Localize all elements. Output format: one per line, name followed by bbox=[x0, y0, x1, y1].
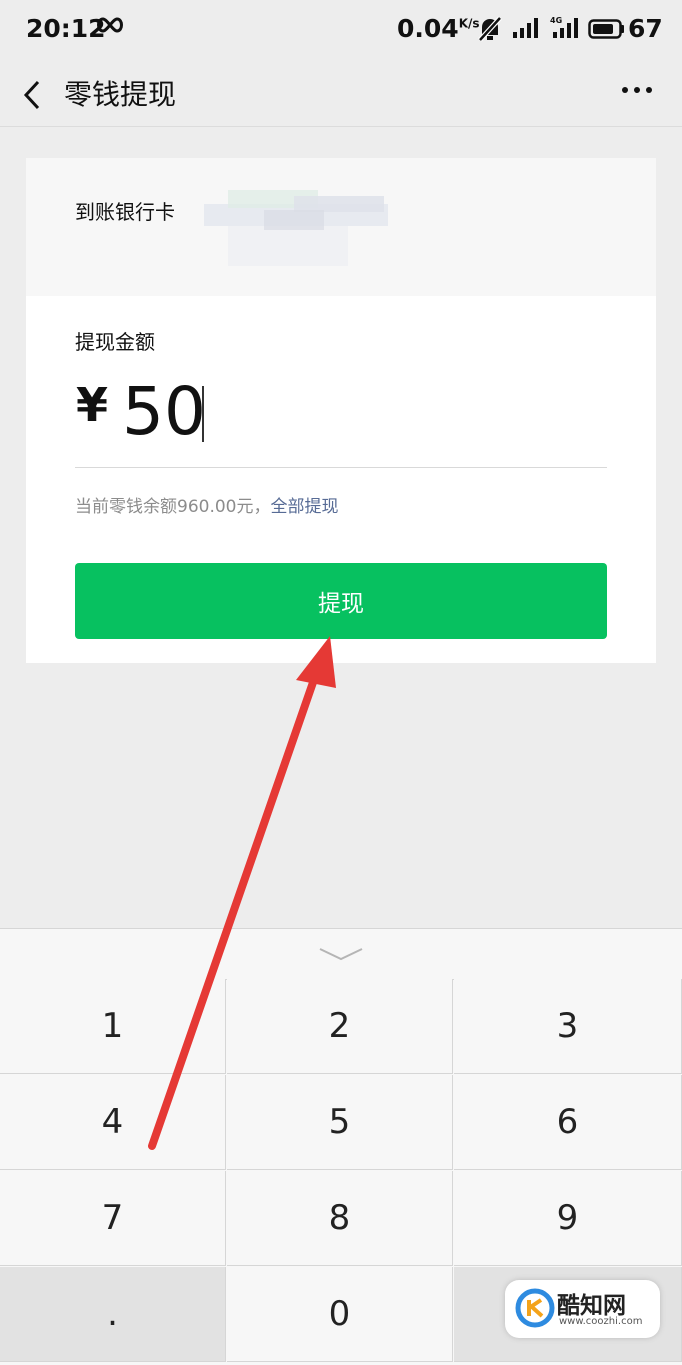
bank-card-section[interactable]: 到账银行卡 bbox=[26, 158, 656, 296]
key-8[interactable]: 8 bbox=[227, 1171, 453, 1266]
key-0[interactable]: 0 bbox=[227, 1267, 453, 1362]
key-2[interactable]: 2 bbox=[227, 979, 453, 1074]
keypad-collapse[interactable] bbox=[0, 929, 682, 980]
key-decimal[interactable]: . bbox=[0, 1267, 226, 1362]
status-bar: 20:12 0.04K/s 4G 67 bbox=[0, 0, 682, 62]
bank-card-info-redacted bbox=[204, 180, 388, 270]
signal-4g-icon: 4G bbox=[550, 15, 580, 43]
watermark-name: 酷知网 bbox=[557, 1293, 626, 1319]
withdraw-all-link[interactable]: 全部提现 bbox=[270, 497, 338, 517]
amount-label: 提现金额 bbox=[75, 330, 155, 354]
page-title: 零钱提现 bbox=[64, 78, 177, 111]
battery-icon bbox=[588, 19, 626, 43]
key-3[interactable]: 3 bbox=[454, 979, 682, 1074]
key-4[interactable]: 4 bbox=[0, 1075, 226, 1170]
battery-level: 67 bbox=[628, 14, 663, 43]
bank-card-label: 到账银行卡 bbox=[75, 200, 175, 224]
infinity-icon bbox=[95, 14, 125, 40]
svg-text:4G: 4G bbox=[550, 16, 562, 25]
key-6[interactable]: 6 bbox=[454, 1075, 682, 1170]
key-5[interactable]: 5 bbox=[227, 1075, 453, 1170]
more-options-icon[interactable] bbox=[620, 82, 654, 98]
nav-bar: 零钱提现 bbox=[0, 62, 682, 127]
key-9[interactable]: 9 bbox=[454, 1171, 682, 1266]
chevron-down-icon[interactable] bbox=[318, 943, 364, 967]
signal-icon bbox=[512, 17, 540, 43]
watermark-url: www.coozhi.com bbox=[559, 1316, 643, 1327]
coozhi-logo-icon bbox=[515, 1288, 555, 1332]
balance-text: 当前零钱余额960.00元， bbox=[75, 497, 271, 517]
balance-info: 当前零钱余额960.00元，全部提现 bbox=[75, 492, 338, 517]
key-7[interactable]: 7 bbox=[0, 1171, 226, 1266]
withdraw-card: 到账银行卡 提现金额 ¥ 50 当前零钱余额960.00元，全部提现 提现 bbox=[26, 158, 656, 663]
net-speed: 0.04K/s bbox=[397, 14, 480, 43]
amount-input[interactable]: 50 bbox=[122, 373, 206, 450]
currency-symbol: ¥ bbox=[76, 378, 109, 432]
withdraw-button[interactable]: 提现 bbox=[75, 563, 607, 639]
key-1[interactable]: 1 bbox=[0, 979, 226, 1074]
bell-muted-icon bbox=[478, 16, 502, 46]
text-caret bbox=[202, 386, 204, 442]
status-time: 20:12 bbox=[26, 14, 106, 43]
back-icon[interactable] bbox=[20, 72, 50, 116]
amount-underline bbox=[75, 467, 607, 468]
watermark: 酷知网 www.coozhi.com bbox=[505, 1280, 660, 1338]
